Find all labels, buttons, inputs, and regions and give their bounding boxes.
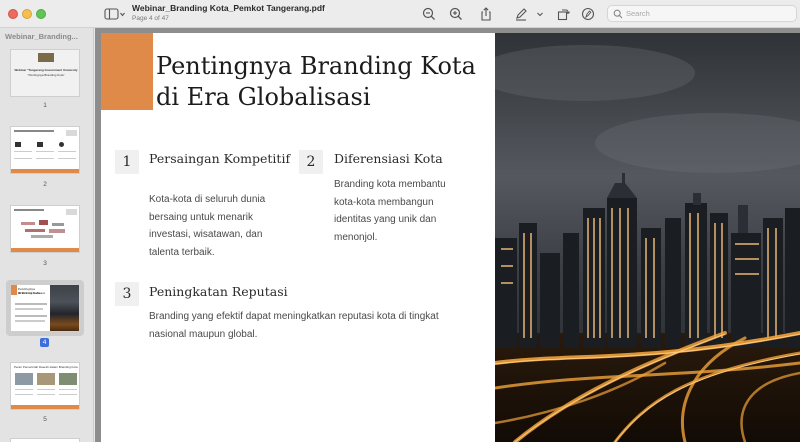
body-line: nasional maupun global. — [149, 328, 258, 340]
page-thumbnail-6[interactable] — [10, 438, 80, 442]
thumbnail-text-line — [15, 320, 45, 322]
body-line: Branding kota membantu — [334, 179, 446, 190]
document-title: Webinar_Branding Kota_Pemkot Tangerang.p… — [132, 3, 325, 13]
thumbnail-caption: Webinar "Tangerang Government University — [14, 68, 78, 72]
share-button[interactable] — [478, 6, 494, 22]
rotate-icon — [557, 9, 571, 21]
thumbnail-number: 2 — [43, 181, 47, 188]
logo-block — [66, 209, 77, 215]
thumbnail-text-block — [58, 151, 76, 159]
item-body-1: Kota-kota di seluruh dunia bersaing untu… — [149, 191, 299, 261]
city-photo-thumbnail — [50, 285, 79, 331]
thumbnail-sidebar: Webinar_Branding... Webinar "Tangerang G… — [0, 28, 94, 442]
share-icon — [481, 7, 491, 21]
thumbnail-text-line — [14, 130, 54, 132]
search-input[interactable] — [626, 7, 791, 20]
markup-button[interactable] — [513, 6, 529, 22]
body-line: identitas yang unik dan — [334, 214, 437, 225]
item-title-2: Diferensiasi Kota — [334, 151, 443, 166]
body-line: menonjol. — [334, 231, 378, 243]
thumbnail-image — [37, 373, 55, 385]
item-body-3: Branding yang efektif dapat meningkatkan… — [149, 308, 494, 343]
body-line: Kota-kota di seluruh dunia — [149, 194, 266, 205]
thumbnail-text-line — [15, 303, 47, 305]
body-line: kota-kota membangun — [334, 196, 434, 208]
accent-bar — [11, 169, 79, 173]
pen-circle-icon — [581, 7, 595, 21]
sidebar-title: Webinar_Branding... — [5, 32, 78, 41]
current-page-badge: 4 — [40, 338, 49, 347]
zoom-out-button[interactable] — [421, 6, 437, 22]
markup-menu-button[interactable] — [535, 6, 545, 22]
sidebar-icon — [104, 8, 125, 20]
page-thumbnail-5[interactable]: Peran Pemerintah Daerah dalam Branding K… — [10, 362, 80, 410]
thumbnail-text-block — [59, 389, 77, 395]
accent-block — [11, 285, 17, 295]
preview-window: Webinar_Branding Kota_Pemkot Tangerang.p… — [0, 0, 800, 442]
logo-block — [66, 130, 77, 136]
slide-title: Pentingnya Branding Kota di Era Globalis… — [156, 51, 496, 113]
thumbnail-text-line — [15, 308, 43, 310]
body-line: Branding yang efektif dapat meningkatkan… — [149, 311, 439, 322]
thumbnail-icon — [59, 142, 64, 147]
zoom-in-icon — [449, 7, 462, 20]
thumbnail-image — [15, 373, 33, 385]
item-number-1: 1 — [115, 150, 139, 174]
thumbnail-number: 5 — [43, 416, 47, 423]
pen-icon — [516, 8, 527, 21]
body-line: bersaing untuk menarik — [149, 211, 253, 223]
rotate-button[interactable] — [555, 6, 571, 22]
zoom-in-button[interactable] — [448, 6, 464, 22]
thumbnail-icon — [15, 142, 21, 147]
thumbnail-caption: Peran Pemerintah Daerah dalam Branding K… — [14, 365, 78, 369]
thumbnail-caption: "Pentingnya Branding Kota" — [27, 73, 65, 77]
accent-block — [101, 33, 153, 110]
item-title-3: Peningkatan Reputasi — [149, 284, 288, 299]
item-number-2: 2 — [299, 150, 323, 174]
slide-title-line-2: di Era Globalisasi — [156, 83, 371, 111]
page-thumbnail-3[interactable] — [10, 205, 80, 253]
chevron-down-icon — [537, 12, 543, 17]
search-box[interactable] — [607, 5, 797, 22]
logo-block — [38, 53, 54, 62]
word-cloud — [19, 219, 71, 241]
page-thumbnail-1[interactable]: Webinar "Tangerang Government University… — [10, 49, 80, 97]
accent-bar — [11, 405, 79, 409]
thumbnail-text-block — [15, 389, 33, 395]
slide-page: Pentingnya Branding Kota di Era Globalis… — [101, 33, 800, 442]
close-window-button[interactable] — [8, 9, 18, 19]
minimize-window-button[interactable] — [22, 9, 32, 19]
annotate-button[interactable] — [580, 6, 596, 22]
accent-bar — [11, 248, 79, 252]
thumbnail-text-line — [15, 315, 47, 317]
search-icon — [613, 9, 623, 19]
page-thumbnail-4[interactable]: Pentingnya Branding Kota di Era Globalis… — [10, 284, 80, 332]
thumbnail-number: 1 — [43, 102, 47, 109]
thumbnail-icon — [37, 142, 43, 147]
toolbar: Webinar_Branding Kota_Pemkot Tangerang.p… — [0, 0, 800, 28]
thumbnail-text-block — [36, 151, 54, 159]
item-title-1: Persaingan Kompetitif — [149, 151, 291, 166]
item-number-3: 3 — [115, 282, 139, 306]
thumbnail-image — [59, 373, 77, 385]
page-indicator: Page 4 of 47 — [132, 15, 169, 22]
slide-title-line-1: Pentingnya Branding Kota — [156, 52, 476, 80]
thumbnail-caption: di Era Globalisasi — [18, 291, 45, 295]
page-thumbnail-2[interactable] — [10, 126, 80, 174]
item-body-2: Branding kota membantu kota-kota membang… — [334, 176, 484, 246]
thumbnail-number: 3 — [43, 260, 47, 267]
thumbnail-text-block — [14, 151, 32, 159]
document-view[interactable]: Pentingnya Branding Kota di Era Globalis… — [95, 28, 800, 442]
zoom-out-icon — [422, 7, 435, 20]
body-line: investasi, wisatawan, dan — [149, 229, 263, 240]
city-night-photo — [495, 33, 800, 442]
thumbnail-text-block — [37, 389, 55, 395]
thumbnail-text-line — [14, 209, 44, 211]
sidebar-toggle-button[interactable] — [104, 7, 126, 22]
body-line: talenta terbaik. — [149, 246, 215, 258]
zoom-window-button[interactable] — [36, 9, 46, 19]
